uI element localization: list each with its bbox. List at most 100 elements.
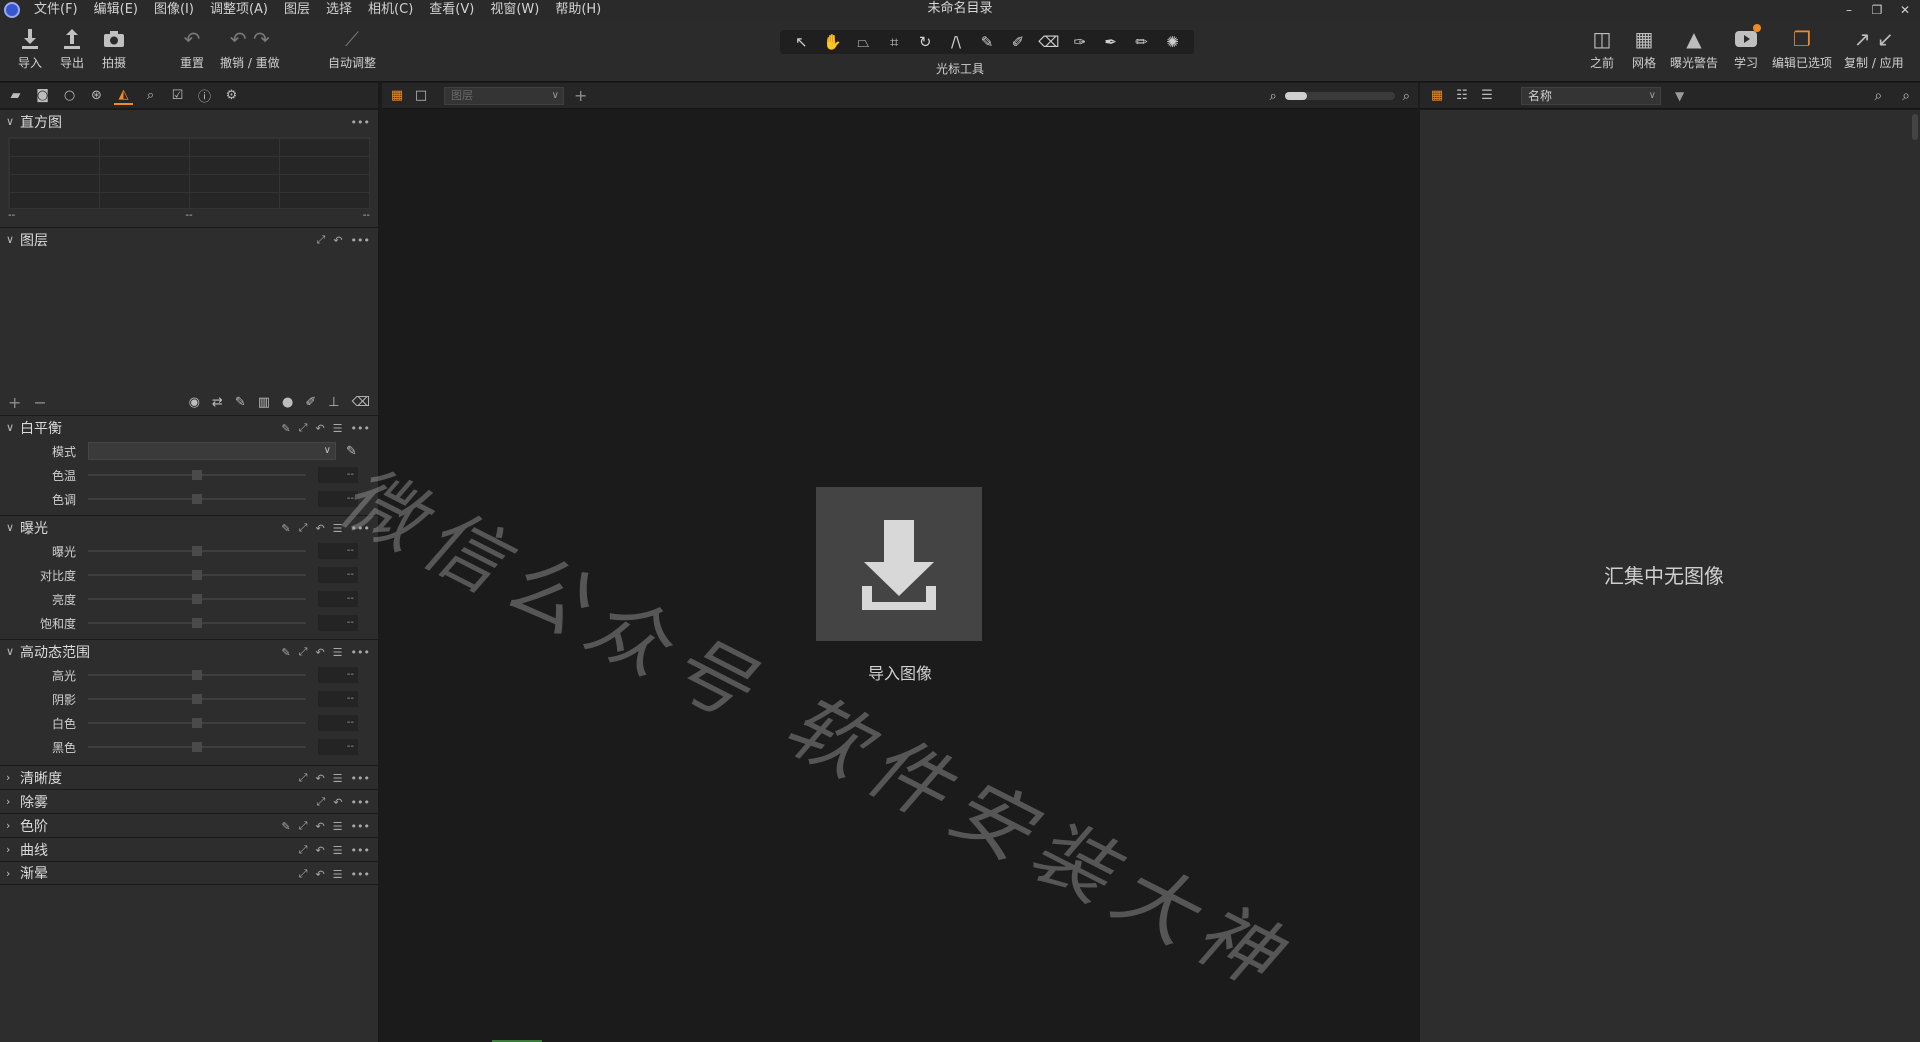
capture-tab-camera-icon[interactable]: ◙ bbox=[33, 86, 52, 105]
grid-button[interactable]: ▦ 网格 bbox=[1630, 26, 1658, 71]
menu-layers[interactable]: 图层 bbox=[276, 0, 318, 20]
wb-temperature-slider[interactable] bbox=[88, 470, 306, 480]
curves-header[interactable]: › 曲线 ⤢ ↶ ☰ ••• bbox=[0, 837, 378, 861]
radial-gradient-icon[interactable]: ● bbox=[282, 395, 293, 410]
blacks-slider[interactable] bbox=[88, 742, 306, 752]
straighten-icon[interactable]: /\ bbox=[943, 31, 969, 53]
layer-brush-icon[interactable]: ✎ bbox=[235, 395, 246, 410]
browser-zoom-icon[interactable]: ⌕ bbox=[1874, 88, 1882, 104]
gradient-mask-icon[interactable]: ✒ bbox=[1098, 31, 1124, 53]
more-options-icon[interactable]: ••• bbox=[351, 116, 370, 129]
menu-lines-icon[interactable]: ☰ bbox=[333, 772, 343, 785]
menu-lines-icon[interactable]: ☰ bbox=[333, 820, 343, 833]
menu-lines-icon[interactable]: ☰ bbox=[333, 868, 343, 881]
add-icon[interactable]: + bbox=[574, 86, 587, 105]
dehaze-header[interactable]: › 除雾 ⤢ ↶ ••• bbox=[0, 789, 378, 813]
annotate-icon[interactable]: ✺ bbox=[1160, 31, 1186, 53]
exposure-value[interactable]: -- bbox=[318, 543, 358, 559]
highlights-slider[interactable] bbox=[88, 670, 306, 680]
reset-section-icon[interactable]: ↶ bbox=[333, 234, 342, 247]
more-options-icon[interactable]: ••• bbox=[351, 646, 370, 659]
search-icon[interactable]: ⌕ bbox=[1902, 88, 1910, 104]
expand-icon[interactable]: ⤢ bbox=[299, 421, 308, 435]
edit-selected-button[interactable]: ❐ 编辑已选项 bbox=[1772, 26, 1832, 71]
minimize-button[interactable]: – bbox=[1842, 3, 1856, 17]
white-balance-header[interactable]: ∨ 白平衡 ✎ ⤢ ↶ ☰ ••• bbox=[0, 415, 378, 439]
learn-button[interactable]: 学习 bbox=[1732, 24, 1761, 71]
zoom-in-icon[interactable]: ⌕ bbox=[1403, 89, 1410, 104]
remove-layer-icon[interactable]: − bbox=[33, 393, 46, 412]
wb-picker-icon[interactable]: ✎ bbox=[346, 444, 357, 459]
sort-select[interactable]: 名称 ∨ bbox=[1521, 86, 1661, 105]
brightness-slider[interactable] bbox=[88, 594, 306, 604]
wb-mode-select[interactable]: ∨ bbox=[88, 442, 336, 460]
levels-header[interactable]: › 色阶 ✎ ⤢ ↶ ☰ ••• bbox=[0, 813, 378, 837]
zoom-out-icon[interactable]: ⌕ bbox=[1269, 89, 1276, 104]
more-options-icon[interactable]: ••• bbox=[351, 844, 370, 857]
more-options-icon[interactable]: ••• bbox=[351, 868, 370, 881]
saturation-value[interactable]: -- bbox=[318, 615, 358, 631]
filmstrip-view-icon[interactable]: ☰ bbox=[1478, 87, 1496, 105]
zoom-slider[interactable] bbox=[1284, 92, 1395, 100]
crop-icon[interactable]: ⌗ bbox=[881, 31, 907, 53]
more-options-icon[interactable]: ••• bbox=[351, 234, 370, 247]
layer-stamp-icon[interactable]: ⊥ bbox=[328, 395, 339, 410]
more-options-icon[interactable]: ••• bbox=[351, 796, 370, 809]
histogram-header[interactable]: ∨ 直方图 ••• bbox=[0, 109, 378, 133]
reset-section-icon[interactable]: ↶ bbox=[315, 844, 324, 857]
shadows-slider[interactable] bbox=[88, 694, 306, 704]
reset-section-icon[interactable]: ↶ bbox=[315, 772, 324, 785]
highlights-value[interactable]: -- bbox=[318, 667, 358, 683]
filter-icon[interactable]: ▼ bbox=[1675, 89, 1684, 103]
rotate-icon[interactable]: ↻ bbox=[912, 31, 938, 53]
layer-swap-icon[interactable]: ⇄ bbox=[212, 395, 223, 410]
brush-icon[interactable]: ✎ bbox=[974, 31, 1000, 53]
heal-icon[interactable]: ✐ bbox=[1005, 31, 1031, 53]
more-options-icon[interactable]: ••• bbox=[351, 422, 370, 435]
contrast-slider[interactable] bbox=[88, 570, 306, 580]
more-options-icon[interactable]: ••• bbox=[351, 772, 370, 785]
expand-icon[interactable]: ⤢ bbox=[299, 867, 308, 881]
lens-tab-circle-icon[interactable]: ○ bbox=[60, 86, 79, 105]
saturation-slider[interactable] bbox=[88, 618, 306, 628]
details-tab-magnifier-icon[interactable]: ⌕ bbox=[141, 86, 160, 105]
reset-section-icon[interactable]: ↶ bbox=[315, 820, 324, 833]
menu-help[interactable]: 帮助(H) bbox=[547, 0, 609, 20]
settings-tab-gear-icon[interactable]: ⚙ bbox=[222, 86, 241, 105]
layer-erase-icon[interactable]: ⌫ bbox=[352, 395, 370, 410]
browser-scrollbar[interactable] bbox=[1912, 114, 1918, 140]
expand-icon[interactable]: ⤢ bbox=[317, 795, 326, 809]
picker-icon[interactable]: ✎ bbox=[281, 646, 290, 659]
multi-view-grid-icon[interactable]: ▦ bbox=[388, 87, 406, 105]
reset-section-icon[interactable]: ↶ bbox=[315, 522, 324, 535]
expand-icon[interactable]: ⤢ bbox=[299, 843, 308, 857]
close-button[interactable]: ✕ bbox=[1898, 3, 1912, 17]
import-images-button[interactable] bbox=[816, 487, 982, 641]
exposure-tab-icon[interactable]: ◭ bbox=[114, 86, 133, 105]
blacks-value[interactable]: -- bbox=[318, 739, 358, 755]
picker-icon[interactable]: ✎ bbox=[281, 522, 290, 535]
reset-section-icon[interactable]: ↶ bbox=[315, 868, 324, 881]
reset-section-icon[interactable]: ↶ bbox=[315, 422, 324, 435]
copy-apply-button[interactable]: ↗ ↙ 复制 / 应用 bbox=[1844, 26, 1904, 71]
exposure-slider[interactable] bbox=[88, 546, 306, 556]
expand-icon[interactable]: ⤢ bbox=[299, 521, 308, 535]
reset-section-icon[interactable]: ↶ bbox=[315, 646, 324, 659]
color-tab-rgb-icon[interactable]: ⊛ bbox=[87, 86, 106, 105]
more-options-icon[interactable]: ••• bbox=[351, 522, 370, 535]
exposure-warning-button[interactable]: ▲ 曝光警告 bbox=[1670, 26, 1718, 71]
whites-slider[interactable] bbox=[88, 718, 306, 728]
whites-value[interactable]: -- bbox=[318, 715, 358, 731]
grid-view-icon[interactable]: ▦ bbox=[1428, 87, 1446, 105]
expand-icon[interactable]: ⤢ bbox=[299, 819, 308, 833]
brightness-value[interactable]: -- bbox=[318, 591, 358, 607]
menu-lines-icon[interactable]: ☰ bbox=[333, 422, 343, 435]
menu-file[interactable]: 文件(F) bbox=[26, 0, 86, 20]
menu-camera[interactable]: 相机(C) bbox=[360, 0, 421, 20]
layer-visibility-icon[interactable]: ◉ bbox=[189, 395, 200, 410]
hdr-header[interactable]: ∨ 高动态范围 ✎ ⤢ ↶ ☰ ••• bbox=[0, 639, 378, 663]
clone-icon[interactable]: ✏ bbox=[1129, 31, 1155, 53]
pan-hand-icon[interactable]: ✋ bbox=[819, 31, 845, 53]
menu-edit[interactable]: 编辑(E) bbox=[86, 0, 146, 20]
keystone-icon[interactable]: ⏢ bbox=[850, 31, 876, 53]
